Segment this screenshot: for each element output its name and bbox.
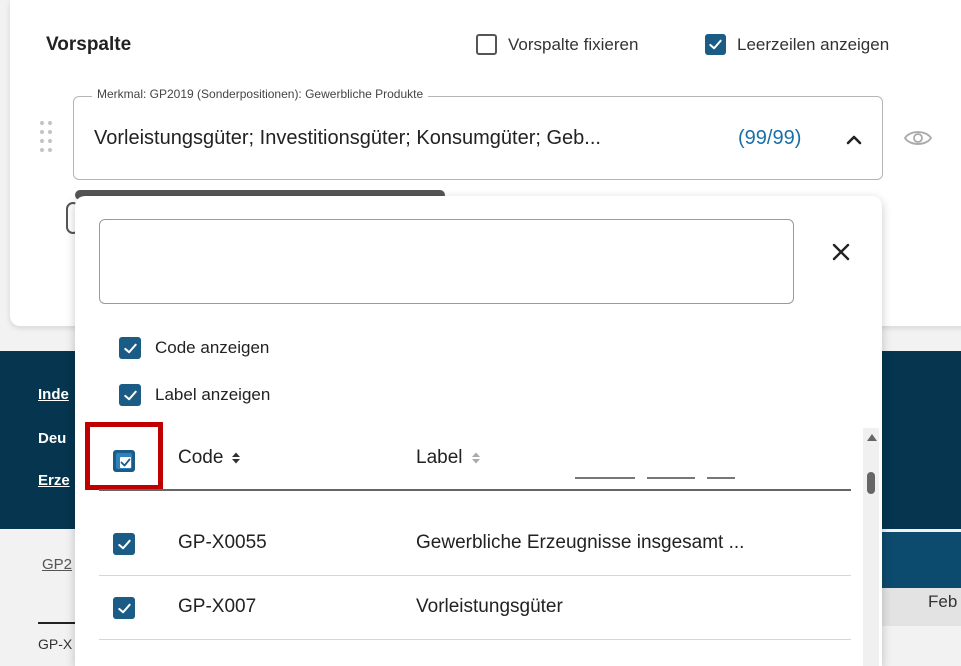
empty-rows-label: Leerzeilen anzeigen <box>737 34 890 54</box>
panel-title: Vorspalte <box>46 34 132 55</box>
chevron-up-icon[interactable] <box>844 127 864 151</box>
eye-icon[interactable] <box>902 126 934 150</box>
check-icon <box>123 343 137 353</box>
scroll-thumb[interactable] <box>867 472 875 494</box>
select-all-checkbox[interactable] <box>113 450 135 472</box>
check-icon <box>117 603 131 613</box>
row-label: Vorleistungsgüter <box>416 596 563 617</box>
row-checkbox[interactable] <box>113 597 135 619</box>
scrolled-row-remnant <box>575 477 735 479</box>
show-label-checkbox[interactable] <box>119 384 141 406</box>
row-code: GP-X007 <box>178 596 257 617</box>
show-code-checkbox[interactable] <box>119 337 141 359</box>
label-column-header[interactable]: Label <box>416 447 481 469</box>
table-row[interactable]: GP-X007 Vorleistungsgüter <box>99 576 851 640</box>
show-code-option[interactable]: Code anzeigen <box>119 337 269 359</box>
code-column-label: Code <box>178 447 224 468</box>
check-icon <box>123 390 137 400</box>
empty-rows-checkbox[interactable] <box>705 34 726 55</box>
column-header-feb: Feb <box>928 592 958 611</box>
sort-icon[interactable] <box>231 451 241 465</box>
code-column-header[interactable]: Code <box>178 447 241 469</box>
feature-select-legend: Merkmal: GP2019 (Sonderpositionen): Gewe… <box>92 87 429 101</box>
label-column-label: Label <box>416 447 463 468</box>
fix-column-checkbox[interactable] <box>476 34 497 55</box>
active-tab-indicator <box>38 622 80 624</box>
close-icon[interactable] <box>829 240 853 264</box>
fix-column-option[interactable]: Vorspalte fixieren <box>476 34 638 55</box>
check-icon <box>709 39 722 50</box>
show-code-label: Code anzeigen <box>155 338 270 357</box>
row-code: GP-X0055 <box>178 532 267 553</box>
scrollbar[interactable] <box>863 428 879 666</box>
check-icon <box>117 539 131 549</box>
table-header-strip <box>880 532 961 588</box>
feature-dropdown: Code anzeigen Label anzeigen Code Label … <box>75 196 882 666</box>
table-header-divider <box>99 489 851 491</box>
sort-icon[interactable] <box>471 451 481 465</box>
tab-gpx[interactable]: GP-X <box>38 636 72 652</box>
band-link-1[interactable]: Inde <box>38 386 69 403</box>
search-input[interactable] <box>99 219 794 304</box>
row-checkbox[interactable] <box>113 533 135 555</box>
feature-select-value: Vorleistungsgüter; Investitionsgüter; Ko… <box>94 127 601 149</box>
feature-select[interactable]: Merkmal: GP2019 (Sonderpositionen): Gewe… <box>73 87 883 180</box>
selection-count: (99/99) <box>738 127 802 149</box>
table-row[interactable]: GP-X0055 Gewerbliche Erzeugnisse insgesa… <box>99 512 851 576</box>
empty-rows-option[interactable]: Leerzeilen anzeigen <box>705 34 889 55</box>
show-label-label: Label anzeigen <box>155 385 271 404</box>
band-link-2[interactable]: Erze <box>38 472 70 489</box>
scroll-up-arrow-icon[interactable] <box>867 434 877 441</box>
band-text: Deu <box>38 430 67 447</box>
drag-handle-icon[interactable] <box>38 118 54 154</box>
tab-gp2[interactable]: GP2 <box>42 556 72 573</box>
show-label-option[interactable]: Label anzeigen <box>119 384 270 406</box>
row-label: Gewerbliche Erzeugnisse insgesamt ... <box>416 532 745 553</box>
fix-column-label: Vorspalte fixieren <box>508 34 639 54</box>
